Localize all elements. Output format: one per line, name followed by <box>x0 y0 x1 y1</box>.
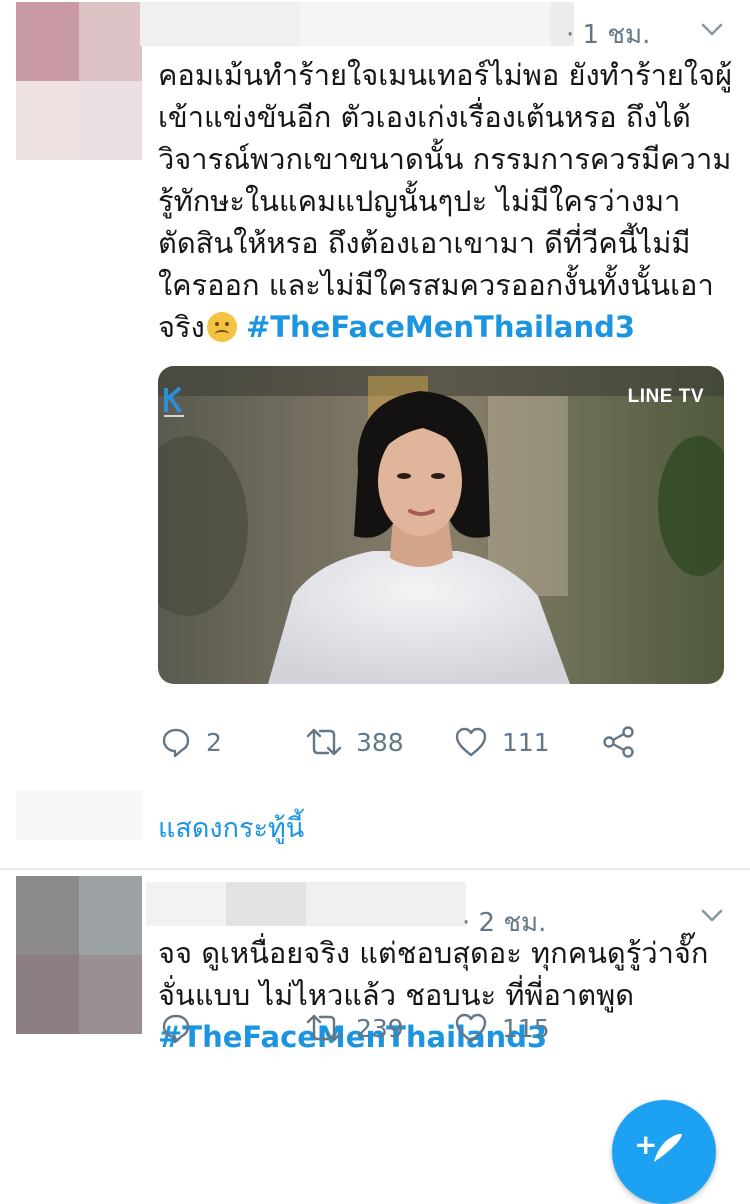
compose-tweet-icon <box>654 1133 682 1162</box>
retweet-icon <box>306 728 342 756</box>
like-count: 115 <box>502 1013 550 1043</box>
tweet-actions: 2 388 111 <box>158 722 718 762</box>
avatar-blurred[interactable] <box>16 2 142 160</box>
retweet-button[interactable]: 239 <box>306 1008 404 1048</box>
compose-tweet-button[interactable]: + <box>612 1100 716 1204</box>
reply-icon <box>162 1014 190 1044</box>
retweet-button[interactable]: 388 <box>306 722 404 762</box>
tweet-1[interactable]: · 1 ชม. คอมเม้นทำร้ายใจเมนเทอร์ไม่พอ ยัง… <box>0 0 750 868</box>
share-icon <box>603 726 634 758</box>
like-button[interactable]: 111 <box>454 722 550 762</box>
like-button[interactable]: 115 <box>454 1008 550 1048</box>
like-count: 111 <box>502 727 550 757</box>
tweet-actions: 239 115 <box>158 1008 718 1048</box>
share-button[interactable] <box>602 722 636 762</box>
kantana-logo-icon <box>164 386 184 417</box>
heart-icon <box>455 727 487 757</box>
username-blurred[interactable] <box>140 2 574 46</box>
show-thread-link[interactable]: แสดงกระทู้นี้ <box>158 806 304 849</box>
reply-icon <box>162 728 190 758</box>
avatar-blurred[interactable] <box>16 876 142 1034</box>
chevron-down-icon[interactable] <box>700 908 724 924</box>
username-blurred[interactable] <box>146 882 466 926</box>
tweet-text: คอมเม้นทำร้ายใจเมนเทอร์ไม่พอ ยังทำร้ายใจ… <box>158 54 738 348</box>
reply-count: 2 <box>206 727 222 757</box>
retweet-count: 239 <box>356 1013 404 1043</box>
reply-button[interactable] <box>160 1008 192 1048</box>
woozy-face-icon <box>206 312 237 342</box>
reply-button[interactable]: 2 <box>160 722 222 762</box>
chevron-down-icon[interactable] <box>700 22 724 38</box>
video-thumbnail[interactable]: LINE TV <box>158 366 724 684</box>
tweet-timestamp[interactable]: · 1 ชม. <box>566 14 650 55</box>
hashtag-link[interactable]: #TheFaceMenThailand3 <box>246 310 635 344</box>
heart-icon <box>455 1013 487 1043</box>
retweet-count: 388 <box>356 727 404 757</box>
tweet-body: คอมเม้นทำร้ายใจเมนเทอร์ไม่พอ ยังทำร้ายใจ… <box>158 58 733 344</box>
thread-avatar-blurred <box>16 790 142 840</box>
linetv-watermark: LINE TV <box>627 386 704 407</box>
tweet-body: จจ ดูเหนื่อยจริง แต่ชอบสุดอะ ทุกคนดูรู้ว… <box>158 936 709 1012</box>
video-frame <box>158 366 724 684</box>
retweet-icon <box>306 1014 342 1042</box>
